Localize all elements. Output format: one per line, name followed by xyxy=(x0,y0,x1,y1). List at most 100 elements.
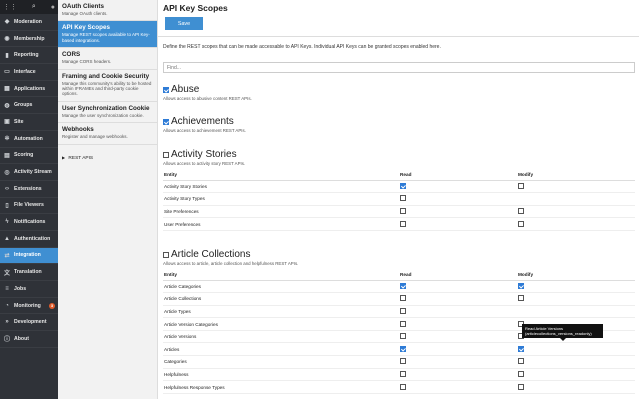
nav-item-authentication[interactable]: ▲ Authentication xyxy=(0,231,58,248)
nav-item-label: Translation xyxy=(14,269,42,276)
entity-name: Articles xyxy=(163,342,400,357)
read-cell xyxy=(400,180,518,194)
modify-checkbox[interactable] xyxy=(518,370,524,377)
read-checkbox[interactable] xyxy=(400,282,406,289)
subnav-item-user-synchronization-cookie[interactable]: User Synchronization Cookie Manage the us… xyxy=(58,102,157,124)
avatar[interactable]: ● xyxy=(51,4,55,11)
nav-item-membership[interactable]: ◉ Membership xyxy=(0,31,58,48)
menu-dots-icon[interactable]: ⋮⋮ xyxy=(3,4,17,11)
modify-checkbox[interactable] xyxy=(518,282,524,289)
read-cell xyxy=(400,292,518,306)
read-checkbox[interactable] xyxy=(400,370,406,377)
entity-name: Helpfulness Response Types xyxy=(163,380,400,394)
scope-section: Abuse Allows access to abusive content RE… xyxy=(163,84,635,101)
section-checkbox[interactable] xyxy=(163,86,169,93)
nav-item-reporting[interactable]: ▮ Reporting xyxy=(0,47,58,65)
subnav-item-desc: Manage the user synchronization cookie. xyxy=(62,112,144,118)
nav-item-label: Interface xyxy=(14,68,36,75)
nav-item-label: About xyxy=(14,335,29,342)
read-cell xyxy=(400,355,518,369)
nav-item-file-viewers[interactable]: ▯ File Viewers xyxy=(0,198,58,215)
subnav-item-framing-and-cookie-security[interactable]: Framing and Cookie Security Manage this c… xyxy=(58,70,157,102)
read-checkbox[interactable] xyxy=(400,345,406,352)
section-description: Allows access to activity story REST API… xyxy=(163,161,246,166)
read-checkbox[interactable] xyxy=(400,182,406,189)
read-checkbox[interactable] xyxy=(400,320,406,327)
modify-cell xyxy=(518,342,635,357)
section-title: Achievements xyxy=(171,116,234,127)
nav-item-monitoring[interactable]: ◔ Monitoring 3 xyxy=(0,298,58,315)
gauge-icon: ◔ xyxy=(5,302,9,309)
modify-cell xyxy=(518,217,635,231)
save-button[interactable]: Save xyxy=(165,17,203,30)
modify-checkbox[interactable] xyxy=(518,383,524,390)
section-checkbox[interactable] xyxy=(163,151,169,158)
rest-apis-link[interactable]: ▶ REST APIS xyxy=(58,145,157,171)
read-checkbox[interactable] xyxy=(400,307,406,314)
table-row: Article Categories xyxy=(163,280,635,294)
read-checkbox[interactable] xyxy=(400,383,406,390)
read-checkbox[interactable] xyxy=(400,195,406,202)
nav-item-automation[interactable]: ✲ Automation xyxy=(0,131,58,148)
modify-checkbox[interactable] xyxy=(518,295,524,302)
nav-item-translation[interactable]: 文 Translation xyxy=(0,264,58,281)
read-checkbox[interactable] xyxy=(400,358,406,365)
grid-icon: ▦ xyxy=(4,86,10,93)
modify-cell xyxy=(518,205,635,219)
nav-item-site[interactable]: ▣ Site xyxy=(0,114,58,131)
table-row: Helpfulness Response Types xyxy=(163,380,635,394)
subnav-items: OAuth Clients Manage OAuth clients. API Ke… xyxy=(58,0,157,145)
table-row: Activity Story Types xyxy=(163,192,635,206)
section-checkbox[interactable] xyxy=(163,251,169,258)
integration-subnav: OAuth Clients Manage OAuth clients. API Ke… xyxy=(58,0,158,399)
nav-item-scoring[interactable]: ▤ Scoring xyxy=(0,148,58,165)
nav-item-groups[interactable]: ◍ Groups xyxy=(0,97,58,115)
subnav-item-cors[interactable]: CORS Manage CORS headers. xyxy=(58,48,157,70)
modify-checkbox[interactable] xyxy=(518,207,524,214)
subnav-item-webhooks[interactable]: Webhooks Register and manage webhooks. xyxy=(58,123,157,145)
modify-checkbox[interactable] xyxy=(518,345,524,352)
subnav-item-api-key-scopes[interactable]: API Key Scopes Manage REST scopes availab… xyxy=(58,21,157,49)
read-cell xyxy=(400,205,518,219)
intro-text: Define the REST scopes that can be made … xyxy=(163,44,441,50)
read-checkbox[interactable] xyxy=(400,207,406,214)
nav-item-label: File Viewers xyxy=(14,202,44,209)
status-badge: 3 xyxy=(49,302,55,309)
search-icon[interactable]: ⌕ xyxy=(32,3,36,11)
modify-checkbox[interactable] xyxy=(518,182,524,189)
nav-item-extensions[interactable]: ‹› Extensions xyxy=(0,181,58,198)
section-title: Activity Stories xyxy=(171,149,237,160)
nav-item-label: Notifications xyxy=(14,219,46,226)
read-checkbox[interactable] xyxy=(400,220,406,227)
subnav-item-oauth-clients[interactable]: OAuth Clients Manage OAuth clients. xyxy=(58,0,157,22)
nav-item-jobs[interactable]: ≡ Jobs xyxy=(0,281,58,298)
header-divider xyxy=(158,36,639,37)
nav-item-about[interactable]: ⓘ About xyxy=(0,331,58,348)
read-cell xyxy=(400,217,518,231)
nav-item-interface[interactable]: ▭ Interface xyxy=(0,64,58,81)
nav-item-activity-stream[interactable]: ◎ Activity Stream xyxy=(0,164,58,181)
nav-item-label: Membership xyxy=(14,35,45,42)
users-icon: ◉ xyxy=(4,36,10,43)
modify-cell xyxy=(518,292,635,306)
nav-item-moderation[interactable]: ◆ Moderation xyxy=(0,14,58,31)
nav-item-notifications[interactable]: ϟ Notifications xyxy=(0,214,58,231)
read-checkbox[interactable] xyxy=(400,295,406,302)
nav-top-bar: ⋮⋮ ⌕ ● xyxy=(0,0,58,14)
code-icon: ‹› xyxy=(5,185,9,192)
section-checkbox[interactable] xyxy=(163,118,169,125)
main-panel: API Key Scopes Save Define the REST scop… xyxy=(158,0,639,399)
nav-item-applications[interactable]: ▦ Applications xyxy=(0,81,58,98)
subnav-item-title: CORS xyxy=(62,51,81,59)
nav-item-integration[interactable]: ⇄ Integration xyxy=(0,247,58,265)
nav-item-development[interactable]: » Development xyxy=(0,314,58,332)
read-checkbox[interactable] xyxy=(400,333,406,340)
modify-checkbox[interactable] xyxy=(518,220,524,227)
bar-chart-icon: ▮ xyxy=(5,52,9,59)
modify-checkbox[interactable] xyxy=(518,358,524,365)
subnav-item-desc: Manage REST scopes available to API Key-… xyxy=(62,32,150,43)
column-header: Entity xyxy=(163,270,400,281)
read-cell xyxy=(400,342,518,357)
table-row: Site Preferences xyxy=(163,205,635,219)
find-input[interactable] xyxy=(163,62,635,73)
